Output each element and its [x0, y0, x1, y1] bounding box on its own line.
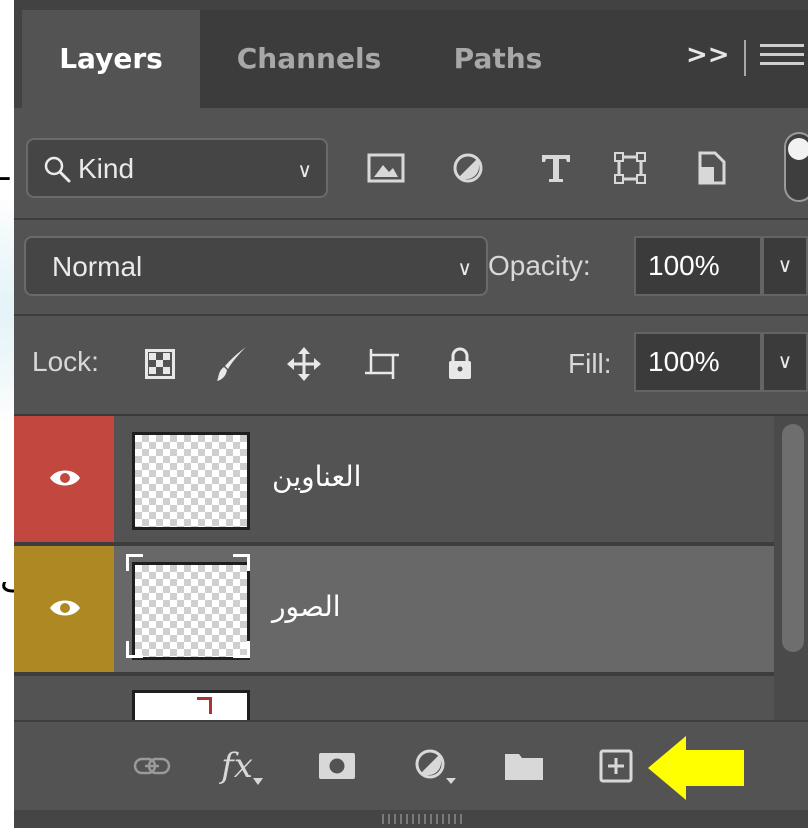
thumbnail-mark [197, 697, 212, 714]
add-mask-icon[interactable] [316, 746, 358, 786]
pixel-layer-filter-icon[interactable] [364, 146, 408, 190]
layer-row[interactable]: العناوين [14, 416, 774, 542]
annotation-arrow-icon [648, 736, 744, 800]
tab-paths[interactable]: Paths [418, 10, 580, 108]
background-text-fragment: ف [0, 560, 14, 600]
resize-grip-icon [382, 814, 462, 824]
adjustment-layer-icon[interactable] [412, 746, 458, 786]
smart-object-filter-icon[interactable] [690, 146, 734, 190]
layers-list: العناوين الصور [14, 416, 808, 720]
fill-dropdown-button[interactable]: ∨ [762, 332, 808, 392]
layer-row[interactable] [14, 676, 774, 720]
blend-row: Normal ∨ Opacity: 100% ∨ [14, 220, 808, 316]
panel-tab-bar: Layers Channels Paths >> [14, 0, 808, 108]
shape-layer-filter-icon[interactable] [608, 146, 652, 190]
search-icon [44, 156, 71, 183]
layer-style-fx-icon[interactable]: fx [214, 746, 270, 786]
toggle-knob [788, 138, 808, 160]
layer-visibility-toggle[interactable] [14, 416, 114, 542]
blend-mode-label: Normal [52, 251, 143, 282]
lock-all-icon[interactable] [438, 342, 482, 386]
layer-name: الصور [272, 590, 341, 623]
link-layers-icon[interactable] [132, 746, 172, 786]
opacity-dropdown-button[interactable]: ∨ [762, 236, 808, 296]
adjustment-layer-filter-icon[interactable] [446, 146, 490, 190]
new-group-folder-icon[interactable] [502, 746, 546, 786]
chevron-down-icon: ∨ [457, 258, 472, 280]
filter-toggle-switch[interactable] [784, 132, 808, 202]
background-text-fragment: ـ [0, 150, 10, 182]
panel-menu-icon[interactable] [760, 44, 804, 74]
lock-artboard-icon[interactable] [360, 342, 404, 386]
scrollbar-thumb[interactable] [782, 424, 804, 652]
filter-kind-label: Kind [78, 153, 135, 184]
fill-label: Fill: [568, 348, 612, 379]
layers-bottom-bar: fx [14, 720, 808, 810]
filter-row: Kind ∨ [14, 108, 808, 220]
type-layer-filter-icon[interactable] [534, 146, 578, 190]
layers-scrollbar[interactable] [774, 416, 808, 720]
layer-thumbnail [132, 432, 250, 530]
filter-kind-select[interactable]: Kind ∨ [26, 138, 328, 198]
lock-transparent-pixels-icon[interactable] [138, 342, 182, 386]
more-tabs-button[interactable]: >> [686, 40, 730, 70]
tab-channels[interactable]: Channels [200, 10, 420, 108]
layer-visibility-toggle[interactable] [14, 676, 114, 720]
eye-icon [50, 600, 80, 616]
layer-visibility-toggle[interactable] [14, 546, 114, 672]
layer-row-selected[interactable]: الصور [14, 546, 774, 672]
chevron-down-icon: ∨ [297, 160, 312, 182]
fx-label: fx [221, 746, 253, 786]
opacity-label: Opacity: [488, 250, 591, 281]
blend-mode-select[interactable]: Normal ∨ [24, 236, 488, 296]
opacity-input[interactable]: 100% [634, 236, 762, 296]
lock-position-icon[interactable] [282, 342, 326, 386]
tab-divider [744, 40, 746, 76]
new-layer-icon[interactable] [596, 746, 636, 786]
lock-label: Lock: [32, 346, 99, 377]
fill-input[interactable]: 100% [634, 332, 762, 392]
tab-layers[interactable]: Layers [22, 10, 202, 108]
thumbnail-selection-frame [126, 554, 250, 658]
layer-name: العناوين [272, 460, 362, 493]
lock-row: Lock: Fill: 100% ∨ [14, 316, 808, 416]
eye-icon [50, 470, 80, 486]
panel-resize-bar[interactable] [14, 810, 808, 828]
lock-image-pixels-icon[interactable] [210, 342, 254, 386]
layers-panel: Layers Channels Paths >> Kind ∨ Normal ∨… [14, 0, 808, 828]
layer-thumbnail [132, 690, 250, 720]
